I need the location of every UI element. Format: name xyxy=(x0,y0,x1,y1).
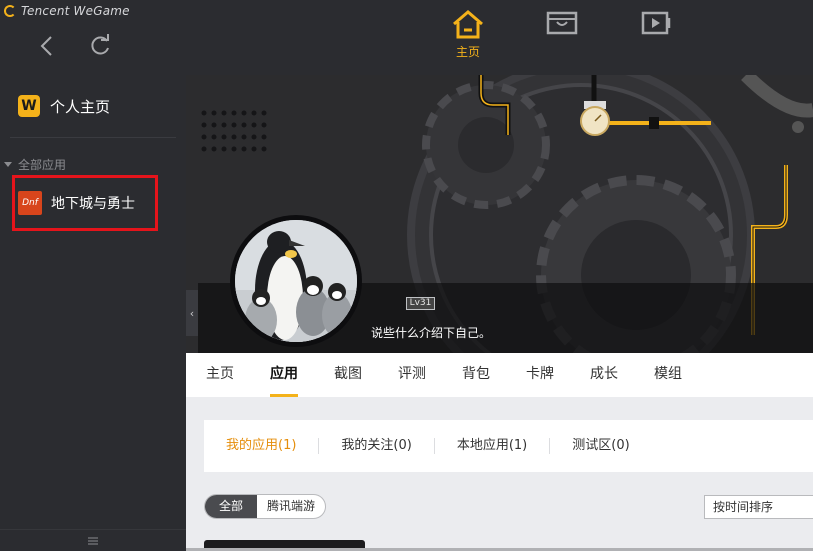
tab-cards[interactable]: 卡牌 xyxy=(526,353,554,397)
video-icon xyxy=(641,11,671,35)
all-apps-section[interactable]: 全部应用 xyxy=(4,156,66,173)
sidebar-item-dnf[interactable]: Dnf 地下城与勇士 xyxy=(12,175,158,231)
tab-growth[interactable]: 成长 xyxy=(590,353,618,397)
nav-video[interactable] xyxy=(627,8,687,38)
sidebar: Tencent WeGame W 个人主页 全部应用 Dnf 地下城与勇士 xyxy=(0,0,186,551)
app-brand: Tencent WeGame xyxy=(21,4,130,18)
sidebar-collapse-toggle[interactable]: ‹ xyxy=(186,290,198,336)
sidebar-item-label: 地下城与勇士 xyxy=(51,196,135,212)
content-area: 主页 应用 截图 评测 背包 卡牌 成长 模组 我的应用(1) 我的关注(0) … xyxy=(186,353,813,551)
subtab-local-apps[interactable]: 本地应用(1) xyxy=(433,438,549,454)
tab-reviews[interactable]: 评测 xyxy=(398,353,426,397)
all-apps-label: 全部应用 xyxy=(18,158,67,172)
chevron-left-icon: ‹ xyxy=(189,306,195,320)
nav-home-label: 主页 xyxy=(455,45,480,59)
subtab-test-zone[interactable]: 测试区(0) xyxy=(549,438,651,454)
personal-homepage-label: 个人主页 xyxy=(50,97,111,116)
profile-bio[interactable]: 说些什么介绍下自己。 xyxy=(371,324,491,341)
app-logo: Tencent WeGame xyxy=(4,3,130,19)
tab-apps[interactable]: 应用 xyxy=(270,353,298,397)
tab-mods[interactable]: 模组 xyxy=(654,353,682,397)
refresh-icon xyxy=(91,34,109,55)
home-icon xyxy=(453,10,483,39)
sidebar-menu-button[interactable] xyxy=(0,529,186,551)
store-icon xyxy=(546,11,578,35)
profile-tabs: 主页 应用 截图 评测 背包 卡牌 成长 模组 xyxy=(186,353,813,397)
tab-screenshots[interactable]: 截图 xyxy=(334,353,362,397)
level-badge: Lv31 xyxy=(406,297,435,310)
avatar[interactable] xyxy=(230,215,362,347)
tab-backpack[interactable]: 背包 xyxy=(462,353,490,397)
wegame-logo-icon xyxy=(4,5,16,17)
top-navigation: 主页 xyxy=(186,0,813,75)
app-type-filter: 全部 腾讯端游 xyxy=(204,494,327,519)
subtab-following[interactable]: 我的关注(0) xyxy=(318,438,433,454)
refresh-button[interactable] xyxy=(84,30,116,62)
sort-dropdown[interactable]: 按时间排序 xyxy=(704,495,813,519)
sidebar-divider xyxy=(10,137,176,138)
personal-homepage-link[interactable]: W 个人主页 xyxy=(18,95,110,117)
nav-store[interactable] xyxy=(532,8,592,38)
tab-home[interactable]: 主页 xyxy=(206,353,234,397)
back-arrow-icon xyxy=(40,36,52,56)
menu-lines-icon xyxy=(88,537,98,544)
nav-home[interactable]: 主页 xyxy=(438,8,498,60)
dnf-game-icon: Dnf xyxy=(18,191,42,215)
wegame-w-icon: W xyxy=(18,95,40,117)
app-subtabs: 我的应用(1) 我的关注(0) 本地应用(1) 测试区(0) xyxy=(204,420,813,472)
expand-triangle-icon xyxy=(4,162,12,167)
back-button[interactable] xyxy=(32,30,64,62)
filter-all-button[interactable]: 全部 xyxy=(205,495,258,518)
filter-tencent-pc-games-button[interactable]: 腾讯端游 xyxy=(257,495,325,518)
penguins-avatar-image xyxy=(235,220,357,342)
wegame-window: Tencent WeGame W 个人主页 全部应用 Dnf 地下城与勇士 主页… xyxy=(0,0,813,551)
subtab-my-apps[interactable]: 我的应用(1) xyxy=(226,438,318,454)
